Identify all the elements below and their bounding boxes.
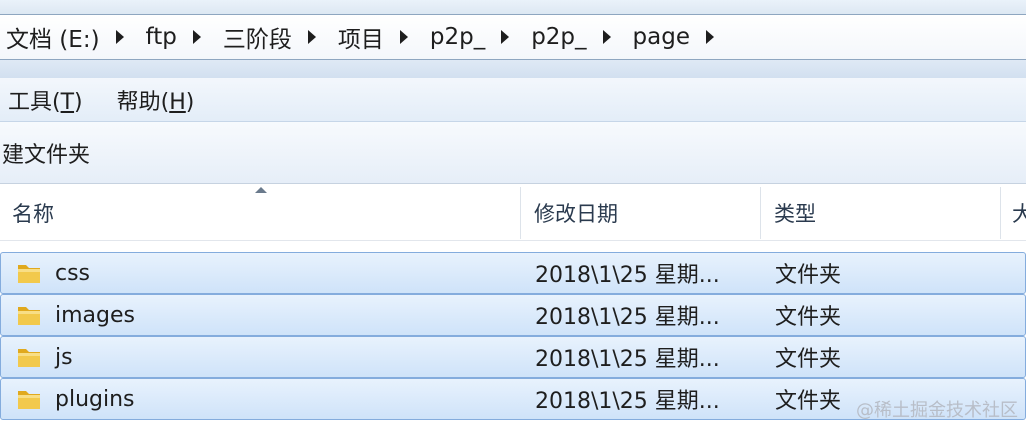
- breadcrumb-drive[interactable]: 文档 (E:): [6, 20, 146, 54]
- breadcrumb-label[interactable]: p2p_: [430, 24, 491, 50]
- folder-icon: [18, 391, 40, 409]
- file-type: 文件夹: [775, 305, 842, 330]
- window-top-strip: [0, 0, 1026, 14]
- column-header-size[interactable]: 大: [1002, 185, 1026, 241]
- column-header-modified-label: 修改日期: [534, 202, 618, 226]
- file-name: js: [55, 344, 73, 370]
- column-divider[interactable]: [520, 187, 521, 239]
- breadcrumb-label[interactable]: 项目: [338, 20, 390, 54]
- menu-help-label: 帮助(: [116, 89, 170, 115]
- breadcrumb-project[interactable]: 项目: [338, 20, 430, 54]
- column-divider[interactable]: [760, 187, 761, 239]
- chevron-right-icon[interactable]: [307, 30, 316, 44]
- menu-help-paren: ): [185, 89, 195, 115]
- command-toolbar: 建文件夹: [0, 122, 1026, 184]
- breadcrumb-stage[interactable]: 三阶段: [223, 20, 338, 54]
- breadcrumb-ftp[interactable]: ftp: [146, 24, 223, 50]
- breadcrumb-label[interactable]: p2p_: [531, 24, 592, 50]
- file-date: 2018\1\25 星期...: [535, 347, 720, 372]
- folder-icon: [18, 265, 40, 283]
- column-header-size-label: 大: [1012, 202, 1026, 226]
- column-header-row: 名称 修改日期 类型 大: [0, 185, 1026, 241]
- folder-icon: [18, 307, 40, 325]
- menu-tools-label: 工具(: [8, 89, 61, 115]
- file-type: 文件夹: [775, 263, 842, 288]
- column-header-modified[interactable]: 修改日期: [522, 185, 760, 241]
- new-folder-button[interactable]: 建文件夹: [2, 137, 90, 169]
- file-row-images[interactable]: images 2018\1\25 星期... 文件夹: [0, 294, 1026, 336]
- address-bar[interactable]: 文档 (E:) ftp 三阶段 项目 p2p_ p2p_ page: [0, 14, 1026, 60]
- file-row-css[interactable]: css 2018\1\25 星期... 文件夹: [0, 252, 1026, 294]
- file-date: 2018\1\25 星期...: [535, 263, 720, 288]
- menu-bar: 工具(T) 帮助(H): [0, 78, 1026, 122]
- breadcrumb-label[interactable]: 文档 (E:): [6, 20, 106, 54]
- chevron-right-icon[interactable]: [399, 30, 408, 44]
- file-type: 文件夹: [775, 389, 842, 414]
- file-name: css: [55, 260, 91, 286]
- menu-help-accesskey: H: [169, 89, 186, 115]
- menu-help[interactable]: 帮助(H): [117, 84, 195, 116]
- menu-tools-accesskey: T: [60, 89, 75, 115]
- chevron-right-icon[interactable]: [501, 30, 510, 44]
- column-divider[interactable]: [1000, 187, 1001, 239]
- breadcrumb-p2p-1[interactable]: p2p_: [430, 24, 531, 50]
- file-name: images: [55, 302, 135, 328]
- chevron-right-icon[interactable]: [602, 30, 611, 44]
- column-header-type[interactable]: 类型: [762, 185, 1000, 241]
- column-header-type-label: 类型: [774, 202, 816, 226]
- file-date: 2018\1\25 星期...: [535, 305, 720, 330]
- breadcrumb-label[interactable]: page: [633, 24, 696, 50]
- menu-tools-paren: ): [74, 89, 83, 115]
- column-header-name-label: 名称: [12, 202, 54, 226]
- chevron-right-icon[interactable]: [192, 30, 201, 44]
- chevron-right-icon[interactable]: [115, 30, 124, 44]
- breadcrumb-p2p-2[interactable]: p2p_: [531, 24, 632, 50]
- column-header-name[interactable]: 名称: [0, 185, 520, 241]
- file-type: 文件夹: [775, 347, 842, 372]
- watermark: @稀土掘金技术社区: [856, 400, 1018, 421]
- address-bar-spacer: [0, 60, 1026, 78]
- menu-tools[interactable]: 工具(T): [8, 84, 83, 116]
- breadcrumb-label[interactable]: ftp: [146, 24, 183, 50]
- breadcrumb-label[interactable]: 三阶段: [223, 20, 298, 54]
- chevron-right-icon[interactable]: [706, 30, 714, 44]
- breadcrumb-page[interactable]: page: [633, 24, 736, 50]
- file-row-js[interactable]: js 2018\1\25 星期... 文件夹: [0, 336, 1026, 378]
- file-name: plugins: [55, 386, 135, 412]
- file-list: css 2018\1\25 星期... 文件夹 images 2018\1\25…: [0, 252, 1026, 420]
- file-date: 2018\1\25 星期...: [535, 389, 720, 414]
- folder-icon: [18, 349, 40, 367]
